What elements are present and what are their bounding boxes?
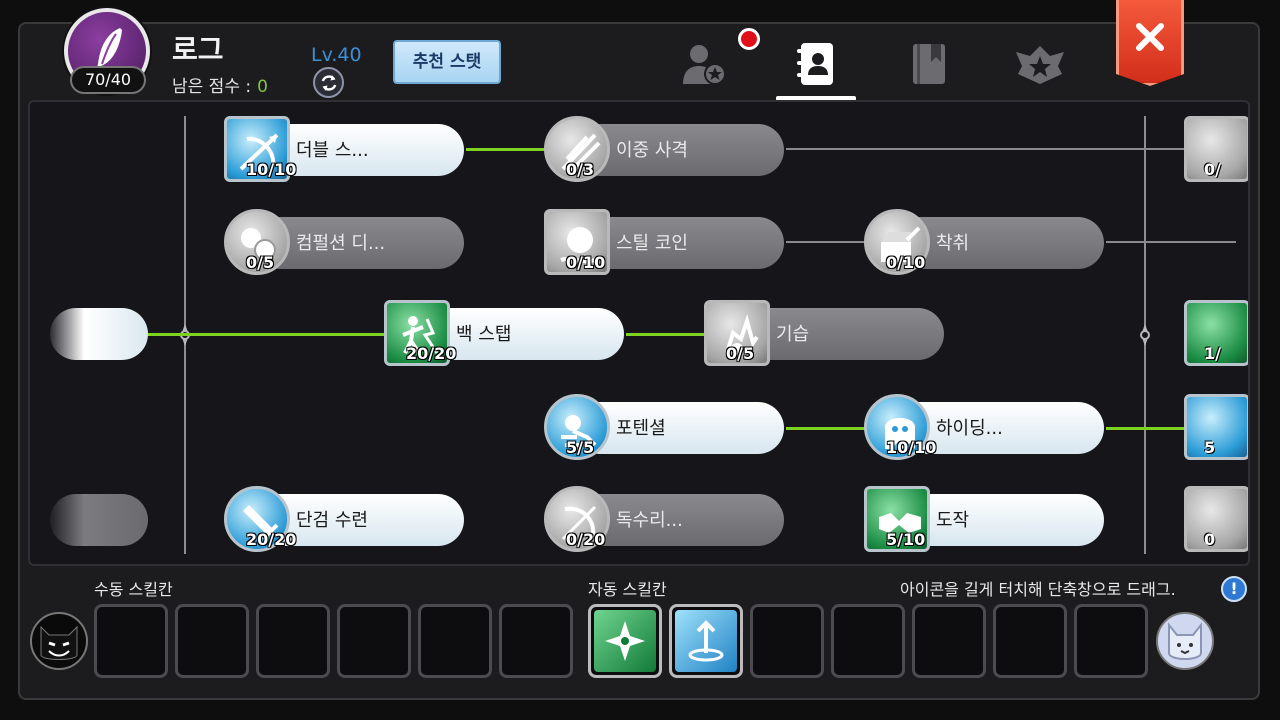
reset-button[interactable]	[313, 67, 344, 98]
manual-skill-slot[interactable]	[256, 604, 330, 678]
skill-icon-partial	[1184, 486, 1248, 552]
skill-node-partial[interactable]: 5	[1184, 394, 1248, 460]
manual-skill-slot[interactable]	[94, 604, 168, 678]
skill-name: 착취	[936, 233, 970, 254]
connector-line	[146, 333, 396, 336]
skill-name: 이중 사격	[616, 140, 688, 161]
skill-node-steal[interactable]: 도작 5/10	[864, 486, 1106, 552]
remaining-points: 남은 점수 :0	[172, 72, 268, 97]
contact-book-icon	[797, 43, 833, 85]
skill-node-double-shot[interactable]: 더블 스... 10/10	[224, 116, 466, 182]
manual-skill-slot[interactable]	[499, 604, 573, 678]
skill-name: 포텐셜	[616, 418, 666, 439]
skill-node-back-step[interactable]: 백 스탭 20/20	[384, 300, 626, 366]
user-star-icon	[683, 45, 726, 85]
manual-skill-slot[interactable]	[175, 604, 249, 678]
skill-level: 0/	[1204, 160, 1221, 179]
skill-name: 하이딩...	[936, 418, 1003, 439]
skill-name: 스틸 코인	[616, 233, 688, 254]
auto-skill-slot[interactable]	[1074, 604, 1148, 678]
rank-badge-icon	[1016, 46, 1064, 84]
skill-node-partial[interactable]	[50, 308, 148, 360]
manual-skill-slot[interactable]	[418, 604, 492, 678]
notification-dot	[738, 28, 760, 50]
auto-skill-slot[interactable]	[588, 604, 662, 678]
auto-skill-slot[interactable]	[993, 604, 1067, 678]
tab-skill-book[interactable]	[776, 36, 856, 92]
skill-node-partial[interactable]	[50, 494, 148, 546]
ability-points-badge: 70/40	[70, 66, 146, 94]
manual-slots-label: 수동 스킬칸	[94, 580, 173, 599]
skill-name: 독수리...	[616, 510, 683, 531]
remaining-points-value: 0	[257, 77, 268, 97]
auto-slots-label: 자동 스킬칸	[588, 580, 667, 599]
skill-level: 1/	[1204, 344, 1221, 363]
skill-window: 70/40 로그 남은 점수 :0 Lv.40 추천 스탯 더블 스... 10…	[0, 0, 1280, 720]
tab-codex[interactable]	[889, 36, 969, 92]
skill-level: 5/10	[886, 530, 926, 549]
skill-name: 컴펄션 디...	[296, 233, 386, 254]
manual-skill-slot[interactable]	[337, 604, 411, 678]
skill-node-extortion[interactable]: 착취 0/10	[864, 209, 1106, 275]
connector-line	[466, 148, 556, 151]
arrow-rain-skill-icon	[675, 610, 737, 672]
skill-node-steal-coin[interactable]: 스틸 코인 0/10	[544, 209, 786, 275]
info-icon[interactable]: !	[1221, 576, 1247, 602]
connector-line	[626, 333, 716, 336]
connector-line	[786, 241, 876, 243]
skill-level: 0	[1204, 530, 1216, 549]
tab-rank[interactable]	[1000, 36, 1080, 92]
bookmark-book-icon	[913, 44, 945, 84]
connector-line	[1106, 241, 1236, 243]
skill-level: 10/10	[246, 160, 297, 179]
skill-level: 5	[1204, 438, 1216, 457]
skill-level: 0/10	[566, 253, 606, 272]
skill-name: 단검 수련	[296, 510, 368, 531]
skill-level: 10/10	[886, 438, 937, 457]
skill-level: 0/5	[246, 253, 275, 272]
auto-cat-face-icon[interactable]	[1156, 612, 1214, 670]
skill-level: 0/10	[886, 253, 926, 272]
manual-cat-face-icon[interactable]	[30, 612, 88, 670]
skill-node-partial[interactable]: 0/	[1184, 116, 1248, 182]
skill-name: 기습	[776, 324, 810, 345]
skill-level: 20/20	[406, 344, 457, 363]
auto-skill-slot[interactable]	[750, 604, 824, 678]
skill-level: 0/5	[726, 344, 755, 363]
skill-name: 백 스탭	[456, 324, 512, 345]
close-icon	[1136, 22, 1164, 51]
tab-character[interactable]	[664, 36, 744, 92]
skill-level: 0/3	[566, 160, 595, 179]
close-button[interactable]	[1116, 0, 1184, 86]
connector-line	[786, 148, 1222, 150]
skill-node-hiding[interactable]: 하이딩... 10/10	[864, 394, 1106, 460]
skill-level: 5/5	[566, 438, 595, 457]
skill-node-dagger-training[interactable]: 단검 수련 20/20	[224, 486, 466, 552]
connector-line	[786, 427, 876, 430]
skill-node-partial[interactable]: 0	[1184, 486, 1248, 552]
skill-node-partial[interactable]: 1/	[1184, 300, 1248, 366]
refresh-icon	[321, 74, 336, 91]
skill-node-potential[interactable]: 포텐셜 5/5	[544, 394, 786, 460]
auto-skill-slot[interactable]	[669, 604, 743, 678]
skill-node-dual-shot[interactable]: 이중 사격 0/3	[544, 116, 786, 182]
skill-icon-partial	[1184, 394, 1248, 460]
drag-hint: 아이콘을 길게 터치해 단축창으로 드래그.	[900, 580, 1176, 599]
divider-ornament-right	[1140, 324, 1150, 346]
skill-node-compulsion[interactable]: 컴펄션 디... 0/5	[224, 209, 466, 275]
recommend-stats-button[interactable]: 추천 스탯	[393, 40, 501, 84]
remaining-points-label: 남은 점수 :	[172, 77, 252, 97]
skill-level: 0/20	[566, 530, 606, 549]
auto-skill-slot[interactable]	[831, 604, 905, 678]
level-label: Lv.40	[311, 44, 362, 66]
shuriken-skill-icon	[594, 610, 656, 672]
skill-node-ambush[interactable]: 기습 0/5	[704, 300, 946, 366]
class-name: 로그	[172, 33, 224, 66]
auto-skill-slot[interactable]	[912, 604, 986, 678]
skill-node-poison[interactable]: 독수리... 0/20	[544, 486, 786, 552]
skill-tree[interactable]: 더블 스... 10/10 이중 사격 0/3 컴펄션 디... 0/5 스틸 …	[28, 100, 1250, 566]
skill-name: 도작	[936, 510, 970, 531]
skill-level: 20/20	[246, 530, 297, 549]
skill-name: 더블 스...	[296, 140, 369, 161]
